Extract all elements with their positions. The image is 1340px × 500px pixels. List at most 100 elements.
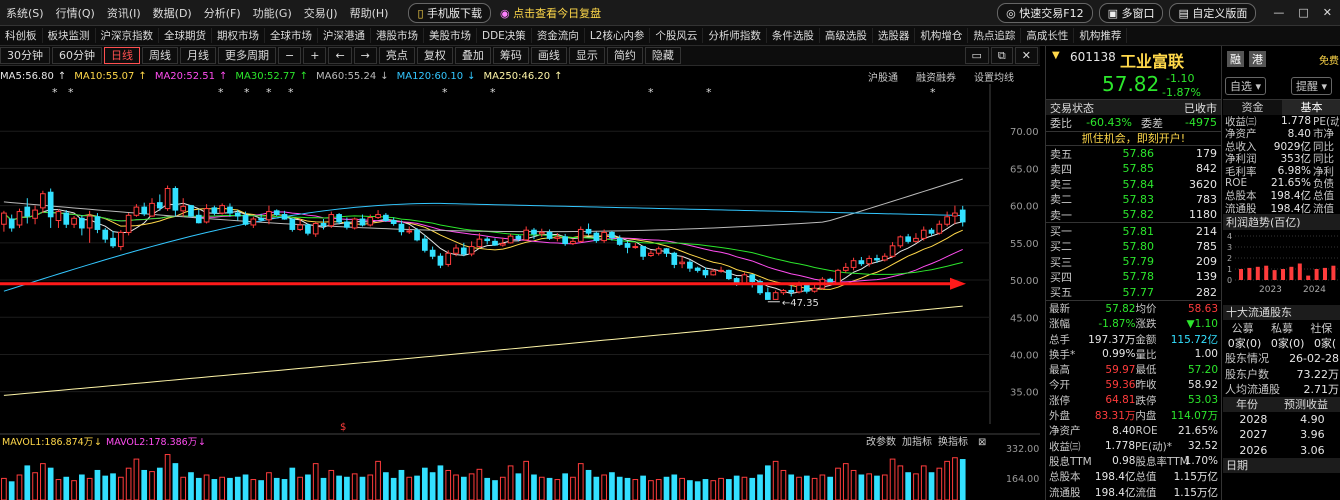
- mobile-download-button[interactable]: ▯ 手机版下载: [408, 2, 491, 23]
- tool-button[interactable]: 筹码: [492, 47, 529, 64]
- quick-trade-button[interactable]: ◎ 快速交易F12: [997, 2, 1093, 23]
- maximize-icon[interactable]: □: [1298, 6, 1308, 19]
- nav-item[interactable]: 美股市场: [424, 28, 477, 43]
- price-tick: 40.00: [1010, 350, 1039, 361]
- volume-bar: [63, 476, 70, 500]
- nav-item[interactable]: 热点追踪: [968, 28, 1022, 43]
- tool-button[interactable]: 叠加: [454, 47, 491, 64]
- chart-link[interactable]: 设置均线: [974, 69, 1014, 84]
- self-select-button[interactable]: 自选 ▾: [1225, 77, 1267, 95]
- restore-chart-icon[interactable]: ⧉: [990, 47, 1013, 64]
- minimize-chart-icon[interactable]: ▭: [964, 47, 989, 64]
- tool-button[interactable]: 复权: [416, 47, 453, 64]
- nav-item[interactable]: 期权市场: [212, 28, 265, 43]
- kline-chart[interactable]: 70.00 65.00 60.00 55.00 50.00 45.00 40.00 35.00…: [0, 84, 1040, 500]
- star-marker-icon: *: [52, 86, 58, 99]
- tool-button[interactable]: 隐藏: [644, 47, 681, 64]
- nav-item[interactable]: 条件选股: [767, 28, 820, 43]
- vol-tool-button[interactable]: 改参数: [866, 435, 896, 448]
- volume-bar: [538, 476, 545, 500]
- star-marker-icon: *: [442, 86, 448, 99]
- volume-bar: [195, 477, 202, 500]
- vol-close-icon[interactable]: ⊠: [978, 437, 986, 448]
- custom-layout-button[interactable]: ▤ 自定义版面: [1169, 2, 1257, 23]
- vol-tool-button[interactable]: 换指标: [938, 435, 968, 448]
- menu-item[interactable]: 行情(Q): [50, 5, 101, 21]
- zoom-in-button[interactable]: +: [303, 47, 327, 64]
- alert-button[interactable]: 提醒 ▾: [1291, 77, 1333, 95]
- nav-item[interactable]: 机构推荐: [1074, 28, 1128, 43]
- tool-button[interactable]: 画线: [530, 47, 567, 64]
- minimize-icon[interactable]: —: [1273, 6, 1284, 19]
- stat-value: 197.37万: [1088, 333, 1136, 346]
- holder-row: 股东户数 73.22万: [1223, 366, 1340, 381]
- ma-label: MA20:52.51: [154, 70, 216, 82]
- menu-item[interactable]: 数据(D): [147, 5, 198, 21]
- candle: [422, 235, 428, 253]
- nav-item[interactable]: 全球市场: [265, 28, 318, 43]
- nav-item[interactable]: 机构增仓: [915, 28, 969, 43]
- arrow-left-button[interactable]: ←: [328, 47, 352, 64]
- nav-item[interactable]: 高成长性: [1021, 28, 1075, 43]
- nav-item[interactable]: 沪深京指数: [96, 28, 159, 43]
- chart-link[interactable]: 融资融券: [916, 69, 956, 84]
- chart-link[interactable]: 沪股通: [868, 69, 898, 84]
- ma-arrow-icon: ↓: [467, 70, 476, 82]
- nav-item[interactable]: 个股风云: [650, 28, 704, 43]
- period-button[interactable]: 日线: [104, 47, 140, 64]
- date-label-row: 日期: [1223, 457, 1340, 473]
- period-button[interactable]: 60分钟: [52, 47, 102, 64]
- dividend-icon: $: [340, 422, 346, 433]
- order-level: 买五 57.77 282: [1046, 285, 1221, 300]
- nav-item[interactable]: DDE决策: [477, 28, 532, 43]
- nav-item[interactable]: 板块监测: [43, 28, 96, 43]
- vol-tool-button[interactable]: 加指标: [902, 435, 932, 448]
- volume-bar: [188, 472, 194, 500]
- chart-tools: 亮点 复权 叠加 筹码 画线 显示 简约 隐藏: [378, 47, 683, 64]
- menu-item[interactable]: 交易(J): [298, 5, 344, 21]
- tool-button[interactable]: 显示: [568, 47, 605, 64]
- nav-item[interactable]: 分析师指数: [703, 28, 767, 43]
- candle: [390, 217, 397, 226]
- menu-item[interactable]: 功能(G): [247, 5, 298, 21]
- open-account-banner[interactable]: 抓住机会，即刻开户!: [1046, 130, 1221, 146]
- tab-capital[interactable]: 资金: [1223, 99, 1282, 116]
- nav-item[interactable]: L2核心内参: [585, 28, 651, 43]
- nav-item[interactable]: 资金流向: [532, 28, 585, 43]
- nav-item[interactable]: 高级选股: [820, 28, 873, 43]
- candle: [538, 228, 545, 237]
- tab-basic[interactable]: 基本: [1282, 99, 1340, 116]
- volume-bar: [640, 475, 646, 500]
- menu-item[interactable]: 帮助(H): [344, 5, 395, 21]
- nav-item[interactable]: 全球期货: [159, 28, 212, 43]
- menu-item[interactable]: 系统(S): [0, 5, 50, 21]
- tool-button[interactable]: 简约: [606, 47, 643, 64]
- holder-row: 股东情况 26-02-28: [1223, 351, 1340, 366]
- close-icon[interactable]: ✕: [1323, 6, 1332, 19]
- close-chart-icon[interactable]: ✕: [1014, 47, 1038, 64]
- nav-item[interactable]: 选股器: [873, 28, 916, 43]
- main-menu: 系统(S) 行情(Q) 资讯(I) 数据(D) 分析(F) 功能(G) 交易(J) 帮助(H): [0, 5, 394, 21]
- nav-item[interactable]: 科创板: [0, 28, 43, 43]
- nav-item[interactable]: 沪深港通: [318, 28, 371, 43]
- period-button[interactable]: 30分钟: [0, 47, 50, 64]
- period-button[interactable]: 更多周期: [218, 47, 276, 64]
- stat-value: 57.20: [1187, 363, 1218, 376]
- period-button[interactable]: 周线: [142, 47, 178, 64]
- zoom-out-button[interactable]: −: [278, 47, 302, 64]
- level-price: 57.81: [1122, 224, 1155, 238]
- review-link[interactable]: ◉ 点击查看今日复盘: [500, 5, 601, 21]
- tool-button[interactable]: 亮点: [378, 47, 415, 64]
- candle: [687, 259, 693, 272]
- period-button[interactable]: 月线: [180, 47, 216, 64]
- ma-arrow-icon: ↑: [57, 70, 67, 82]
- arrow-right-button[interactable]: →: [353, 47, 377, 64]
- level-volume: 3620: [1189, 177, 1217, 191]
- stat-value: -1.87%: [1098, 317, 1136, 330]
- candle: [936, 220, 943, 235]
- nav-item[interactable]: 港股市场: [371, 28, 424, 43]
- menu-item[interactable]: 分析(F): [198, 5, 247, 21]
- multi-window-button[interactable]: ▣ 多窗口: [1098, 2, 1164, 23]
- menu-item[interactable]: 资讯(I): [101, 5, 147, 21]
- volume-bar: [164, 454, 171, 500]
